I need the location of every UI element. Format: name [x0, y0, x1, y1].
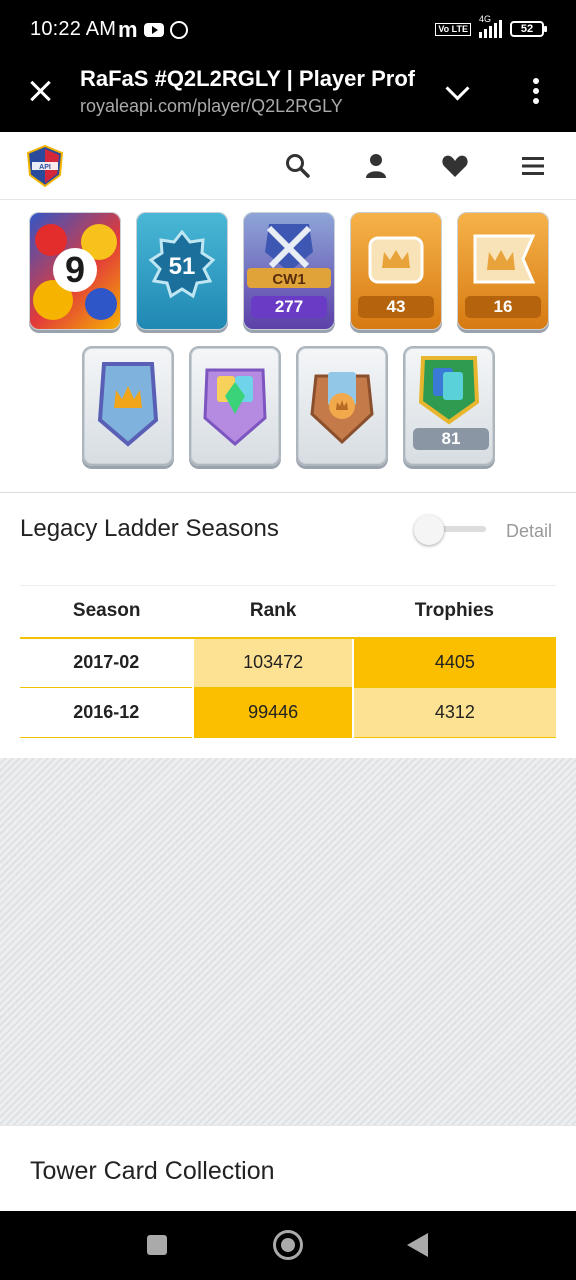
detail-toggle[interactable] [414, 515, 486, 545]
home-icon[interactable] [273, 1230, 303, 1260]
clan-wars-count: 277 [251, 296, 327, 318]
user-icon[interactable] [362, 152, 390, 180]
table-header-row: Season Rank Trophies [20, 585, 556, 639]
crown-shield-icon [97, 362, 159, 447]
rank-cell: 103472 [192, 637, 353, 688]
years-played-badge[interactable]: 9 [29, 212, 121, 330]
browser-title-bar: RaFaS #Q2L2RGLY | Player Profile royalea… [0, 62, 576, 132]
column-header-season[interactable]: Season [20, 585, 194, 639]
system-icons: Vo LTE 4G 52 [435, 14, 547, 38]
bronze-crown-badge[interactable] [296, 346, 388, 466]
royaleapi-logo[interactable]: API [26, 145, 64, 187]
heart-icon[interactable] [441, 152, 469, 180]
classic-challenge-count: 43 [358, 296, 434, 318]
classic-challenge-badge[interactable]: 43 [350, 212, 442, 330]
card-collection-count: 81 [413, 428, 489, 450]
rank-cell: 99446 [192, 687, 353, 738]
network-type: 4G [479, 14, 492, 24]
page-url[interactable]: royaleapi.com/player/Q2L2RGLY [80, 96, 343, 117]
system-nav-bar [0, 1211, 576, 1280]
signal-icon: 4G [479, 14, 502, 38]
legacy-seasons-table: Season Rank Trophies 2017-02 103472 4405… [20, 585, 556, 738]
table-row: 2016-12 99446 4312 [20, 687, 556, 738]
player-badges: 9 51 CW1 277 43 16 81 [0, 200, 576, 492]
battery-icon: 52 [510, 21, 547, 37]
chevron-down-icon[interactable] [446, 80, 468, 102]
menu-icon[interactable] [519, 152, 547, 180]
column-header-trophies[interactable]: Trophies [352, 585, 556, 639]
clan-wars-badge[interactable]: CW1 277 [243, 212, 335, 330]
page-title: RaFaS #Q2L2RGLY | Player Profile [80, 66, 415, 91]
more-options-icon[interactable] [532, 78, 540, 106]
detail-toggle-label: Detail [506, 521, 553, 541]
close-icon[interactable] [28, 78, 54, 104]
tower-card-section: Tower Card Collection [0, 1125, 576, 1211]
balloons-icon: 9 [33, 224, 117, 320]
toggle-knob[interactable] [414, 515, 444, 545]
whatsapp-icon [169, 21, 188, 39]
recents-icon[interactable] [147, 1235, 167, 1255]
card-shield-icon [203, 368, 267, 446]
level-star-icon: 51 [148, 229, 216, 299]
bronze-medal-icon [310, 372, 374, 445]
level-badge[interactable]: 51 [136, 212, 228, 330]
crown-arena-badge[interactable] [82, 346, 174, 466]
card-collection-badge[interactable]: 81 [403, 346, 495, 466]
logo-text: API [39, 164, 51, 171]
trophies-cell: 4312 [351, 687, 556, 738]
youtube-icon [143, 23, 164, 37]
grand-challenge-badge[interactable]: 16 [457, 212, 549, 330]
section-title: Legacy Ladder Seasons [20, 515, 279, 542]
season-cell: 2017-02 [20, 637, 194, 688]
level-value: 51 [169, 253, 196, 280]
status-bar: 10:22 AM m Vo LTE 4G 52 [0, 0, 576, 62]
back-icon[interactable] [407, 1233, 428, 1257]
years-value: 9 [65, 249, 85, 290]
status-time: 10:22 AM [30, 18, 117, 40]
table-row: 2017-02 103472 4405 [20, 637, 556, 688]
season-cell: 2016-12 [20, 687, 194, 738]
site-header: API [0, 132, 576, 200]
search-icon[interactable] [284, 152, 312, 180]
legacy-ladder-section: Legacy Ladder Seasons Detail Season Rank… [0, 493, 576, 758]
grand-challenge-count: 16 [465, 296, 541, 318]
card-shield-badge[interactable] [189, 346, 281, 466]
section-title: Tower Card Collection [30, 1157, 275, 1185]
volte-icon: Vo LTE [435, 22, 471, 36]
app-notification-icon: m [118, 17, 138, 42]
ad-placeholder [0, 758, 576, 1125]
notification-icons: m [118, 17, 188, 42]
trophies-cell: 4405 [351, 637, 556, 688]
column-header-rank[interactable]: Rank [193, 585, 353, 639]
clan-wars-tag: CW1 [272, 271, 305, 288]
